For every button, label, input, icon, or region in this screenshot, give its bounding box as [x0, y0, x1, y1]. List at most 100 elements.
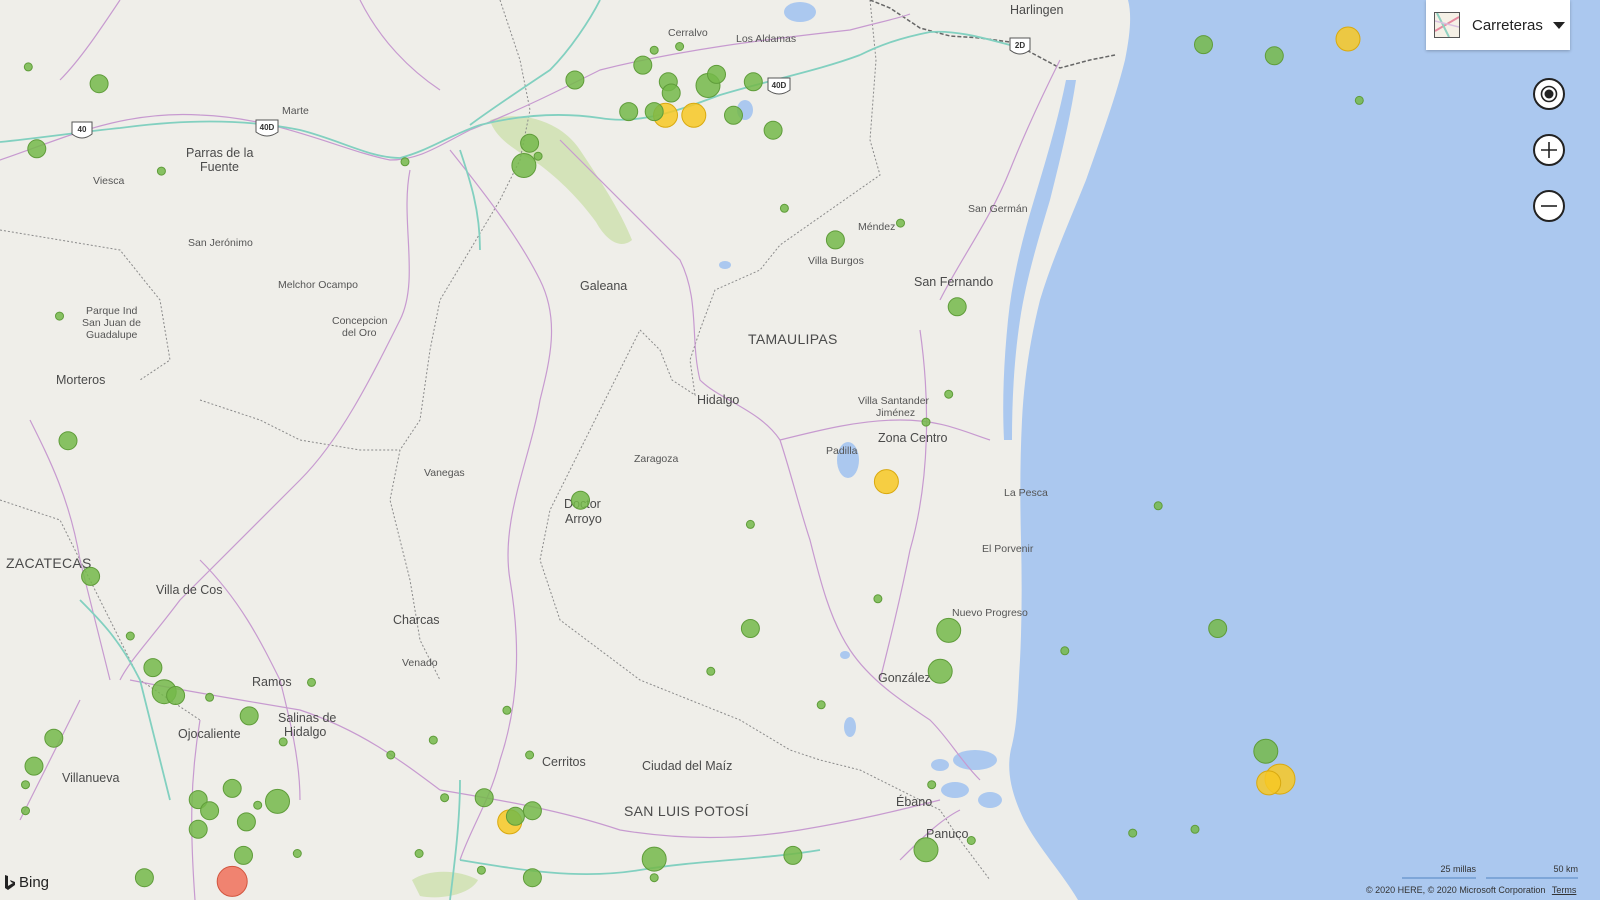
map-marker-green[interactable]	[188, 819, 208, 839]
map-marker-green[interactable]	[641, 846, 667, 872]
map-marker-green[interactable]	[944, 389, 954, 399]
map-marker-green[interactable]	[619, 102, 639, 122]
map-marker-red[interactable]	[216, 865, 248, 897]
map-marker-green[interactable]	[253, 800, 263, 810]
map-marker-green[interactable]	[644, 102, 664, 122]
map-marker-green[interactable]	[1060, 646, 1070, 656]
map-marker-green[interactable]	[927, 780, 937, 790]
map-marker-green[interactable]	[633, 55, 653, 75]
map-marker-green[interactable]	[27, 139, 47, 159]
map-marker-green[interactable]	[265, 788, 290, 814]
map-marker-green[interactable]	[89, 74, 109, 94]
map-marker-green[interactable]	[707, 64, 726, 84]
map-marker-green[interactable]	[440, 793, 450, 803]
map-marker-green[interactable]	[1264, 46, 1284, 66]
map-marker-green[interactable]	[234, 845, 253, 865]
map-marker-green[interactable]	[661, 83, 681, 103]
map-marker-green[interactable]	[21, 806, 30, 816]
map-marker-yellow[interactable]	[1256, 770, 1282, 796]
map-marker-green[interactable]	[21, 780, 30, 790]
map-canvas[interactable]: 40 40D 40D 2D TAMAULIPAS ZACATECAS SAN L…	[0, 0, 1600, 900]
map-marker-green[interactable]	[278, 737, 288, 747]
map-marker-green[interactable]	[134, 868, 154, 888]
map-marker-green[interactable]	[927, 658, 953, 684]
map-marker-green[interactable]	[1190, 824, 1200, 834]
map-marker-green[interactable]	[947, 297, 967, 317]
map-style-selector[interactable]: Carreteras	[1426, 0, 1570, 50]
state-label: SAN LUIS POTOSÍ	[624, 803, 749, 819]
map-marker-green[interactable]	[414, 849, 424, 858]
map-marker-green[interactable]	[236, 812, 256, 832]
map-marker-green[interactable]	[525, 750, 535, 760]
map-marker-green[interactable]	[571, 490, 590, 510]
map-marker-green[interactable]	[58, 431, 78, 451]
map-marker-green[interactable]	[502, 705, 512, 715]
map-marker-green[interactable]	[740, 619, 760, 638]
highway-shield-40d: 40D	[767, 77, 791, 95]
map-marker-green[interactable]	[428, 735, 438, 745]
map-marker-green[interactable]	[166, 686, 186, 705]
map-marker-green[interactable]	[522, 868, 542, 888]
target-icon	[1540, 85, 1558, 103]
map-marker-green[interactable]	[936, 617, 962, 643]
map-marker-green[interactable]	[505, 806, 525, 826]
map-marker-green[interactable]	[511, 153, 537, 178]
map-marker-green[interactable]	[520, 133, 540, 153]
map-marker-green[interactable]	[23, 62, 33, 72]
map-marker-green[interactable]	[205, 692, 215, 702]
zoom-in-button[interactable]	[1533, 134, 1565, 166]
locate-me-button[interactable]	[1533, 78, 1565, 110]
map-marker-green[interactable]	[743, 72, 763, 92]
map-marker-green[interactable]	[1153, 501, 1163, 511]
map-marker-green[interactable]	[816, 700, 826, 710]
map-marker-green[interactable]	[1128, 828, 1138, 838]
map-marker-green[interactable]	[565, 70, 585, 90]
bing-logo[interactable]: Bing	[4, 874, 49, 891]
map-marker-green[interactable]	[724, 105, 743, 125]
map-marker-green[interactable]	[1253, 738, 1279, 764]
map-marker-green[interactable]	[44, 728, 64, 748]
map-marker-green[interactable]	[649, 45, 659, 55]
map-marker-green[interactable]	[400, 157, 410, 167]
map-marker-green[interactable]	[156, 166, 166, 176]
map-marker-green[interactable]	[763, 120, 783, 140]
town-label: Zaragoza	[634, 453, 679, 465]
map-marker-green[interactable]	[649, 873, 659, 883]
map-marker-green[interactable]	[896, 218, 905, 228]
map-marker-green[interactable]	[825, 230, 845, 250]
map-marker-green[interactable]	[921, 417, 931, 427]
zoom-out-button[interactable]	[1533, 190, 1565, 222]
map-marker-green[interactable]	[873, 594, 883, 604]
map-marker-green[interactable]	[239, 706, 259, 726]
map-marker-green[interactable]	[81, 566, 101, 586]
town-label: San Germán	[968, 203, 1028, 215]
map-marker-green[interactable]	[474, 788, 494, 808]
map-marker-yellow[interactable]	[681, 102, 707, 128]
map-marker-green[interactable]	[24, 756, 44, 776]
map-marker-green[interactable]	[1208, 619, 1228, 638]
map-marker-green[interactable]	[966, 836, 976, 845]
map-marker-green[interactable]	[386, 750, 396, 760]
terms-link[interactable]: Terms	[1552, 885, 1577, 895]
map-marker-green[interactable]	[125, 631, 135, 641]
map-marker-green[interactable]	[522, 801, 542, 821]
map-marker-green[interactable]	[1194, 35, 1213, 55]
map-marker-green[interactable]	[292, 849, 302, 858]
map-marker-green[interactable]	[1354, 95, 1364, 105]
map-marker-green[interactable]	[783, 845, 803, 865]
map-marker-green[interactable]	[200, 801, 220, 821]
map-marker-green[interactable]	[476, 865, 486, 875]
map-marker-yellow[interactable]	[873, 469, 899, 495]
map-marker-green[interactable]	[55, 311, 64, 321]
map-marker-yellow[interactable]	[1335, 26, 1361, 52]
chevron-down-icon	[1552, 21, 1565, 29]
map-marker-green[interactable]	[745, 519, 755, 529]
map-marker-green[interactable]	[143, 658, 163, 678]
map-marker-green[interactable]	[222, 778, 242, 798]
map-marker-green[interactable]	[913, 837, 939, 863]
map-marker-green[interactable]	[675, 42, 685, 51]
map-marker-green[interactable]	[706, 666, 716, 676]
map-marker-green[interactable]	[779, 203, 789, 213]
map-marker-green[interactable]	[533, 151, 543, 161]
map-marker-green[interactable]	[307, 677, 316, 687]
